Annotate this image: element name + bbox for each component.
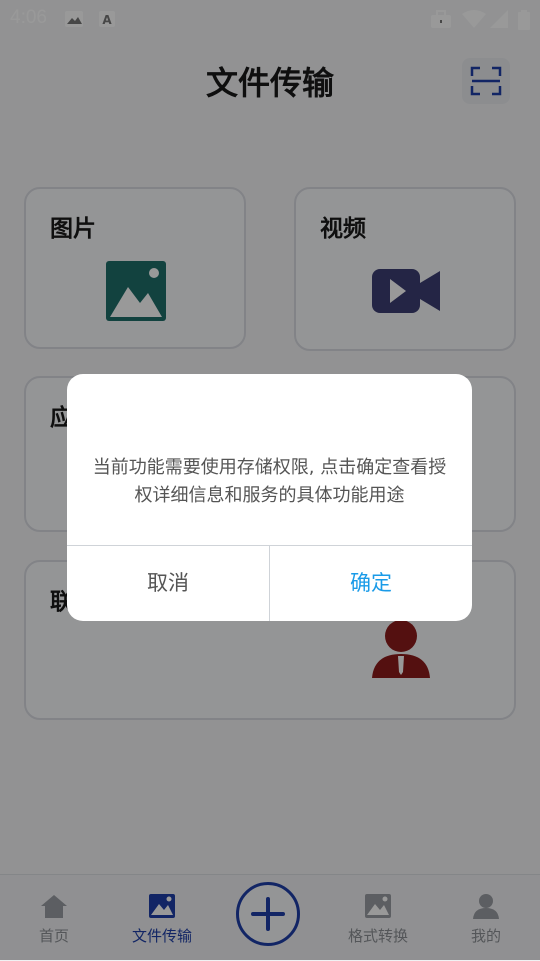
confirm-button[interactable]: 确定 <box>270 546 472 621</box>
cancel-button[interactable]: 取消 <box>67 546 269 621</box>
dialog-message: 当前功能需要使用存储权限, 点击确定查看授权详细信息和服务的具体功能用途 <box>92 457 447 506</box>
permission-dialog: 当前功能需要使用存储权限, 点击确定查看授权详细信息和服务的具体功能用途 取消 … <box>67 374 472 621</box>
